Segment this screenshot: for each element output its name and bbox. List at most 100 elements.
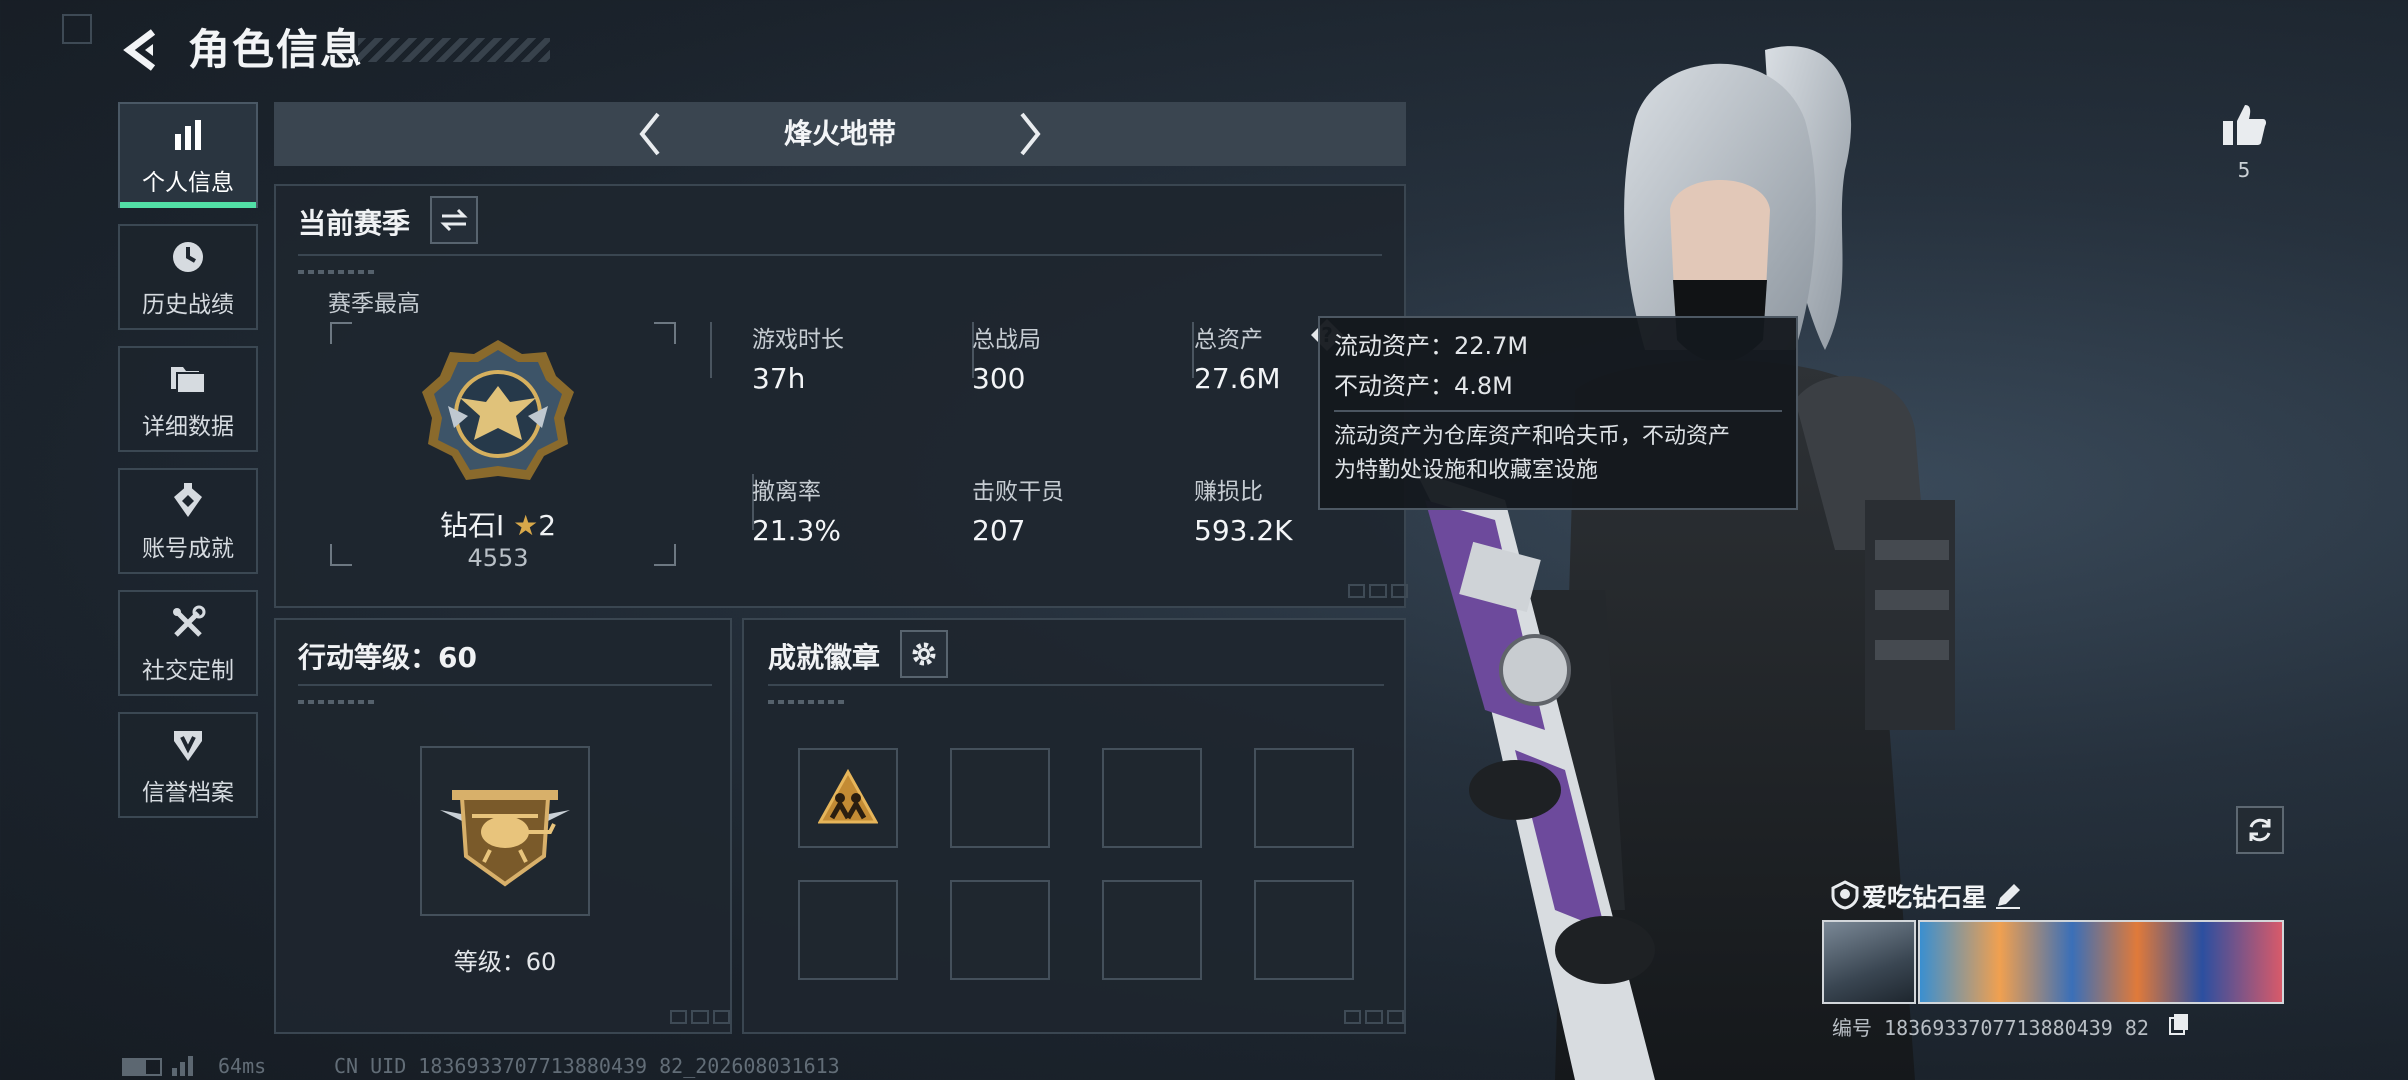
rank-emblem-icon — [418, 336, 578, 496]
squad-badge-icon — [817, 768, 879, 828]
pencil-icon — [1996, 884, 2020, 909]
player-avatar[interactable] — [1822, 920, 1916, 1004]
title-decoration — [358, 38, 550, 62]
switch-season-button[interactable] — [430, 196, 478, 244]
thumbs-up-icon — [2223, 105, 2267, 145]
like-button[interactable] — [2216, 96, 2272, 152]
battery-icon — [122, 1058, 162, 1076]
rank-stars: 2 — [538, 509, 557, 542]
frame-corner — [654, 322, 676, 344]
achievement-badges-panel: 成就徽章 — [742, 618, 1406, 1034]
badge-slot[interactable] — [950, 880, 1050, 980]
nav-label: 个人信息 — [142, 170, 234, 196]
badge-slot[interactable] — [798, 880, 898, 980]
star-icon: ★ — [513, 509, 539, 542]
refresh-icon — [2249, 818, 2271, 842]
bar-chart-icon — [171, 113, 205, 157]
badge-slot[interactable] — [1254, 748, 1354, 848]
tooltip-description-line-1: 流动资产为仓库资产和哈夫币，不动资产 — [1334, 424, 1731, 449]
stat-value: 21.3% — [752, 514, 841, 547]
like-count: 5 — [2237, 158, 2251, 182]
decoration-dots — [768, 700, 848, 704]
tools-icon — [170, 601, 206, 645]
next-mode-button[interactable] — [1008, 112, 1052, 156]
divider — [298, 254, 1382, 256]
page-title: 角色信息 — [188, 25, 365, 74]
tooltip-fixed-assets: 不动资产：4.8M — [1334, 372, 1513, 400]
frame-corner — [330, 322, 352, 344]
chevron-right-icon — [1020, 112, 1041, 156]
tooltip-liquid-assets: 流动资产：22.7M — [1334, 332, 1529, 360]
stat-label: 总资产 — [1194, 327, 1263, 353]
helicopter-emblem-icon — [432, 758, 578, 904]
rank-name: 钻石I — [439, 509, 505, 542]
stat-value: 300 — [972, 362, 1026, 395]
rotate-model-button[interactable] — [2236, 806, 2284, 854]
swap-arrows-icon — [440, 208, 468, 232]
nav-item-detailed-data[interactable]: 详细数据 — [118, 346, 258, 452]
copy-id-button[interactable] — [2168, 1012, 2190, 1036]
achievement-icon — [170, 479, 206, 523]
action-level-panel: 行动等级：60 等级：60 — [274, 618, 732, 1034]
mode-selector: 烽火地带 — [274, 102, 1406, 166]
nav-item-match-history[interactable]: 历史战绩 — [118, 224, 258, 330]
frame-corner — [654, 544, 676, 566]
nav-item-social-customization[interactable]: 社交定制 — [118, 590, 258, 696]
stat-label: 撤离率 — [752, 479, 821, 505]
stat-label: 击败干员 — [972, 479, 1064, 505]
badge-slot[interactable] — [1102, 748, 1202, 848]
badge-slot[interactable] — [798, 748, 898, 848]
tooltip-divider — [1334, 410, 1782, 412]
edit-name-button[interactable] — [1994, 882, 2022, 910]
decoration-dots — [298, 270, 378, 274]
frame-corner — [330, 544, 352, 566]
back-arrow-icon — [123, 29, 156, 71]
stat-label: 游戏时长 — [752, 327, 844, 353]
player-id: 编号 1836933707713880439 82 — [1832, 1016, 2149, 1040]
credit-shield-icon — [170, 723, 206, 767]
clock-icon — [170, 235, 206, 279]
badges-title: 成就徽章 — [768, 641, 881, 674]
nav-label: 社交定制 — [142, 658, 234, 684]
season-peak-label: 赛季最高 — [328, 291, 420, 317]
badge-slot[interactable] — [950, 748, 1050, 848]
nav-item-personal-info[interactable]: 个人信息 — [118, 102, 258, 208]
nav-item-account-achievements[interactable]: 账号成就 — [118, 468, 258, 574]
nav-label: 详细数据 — [142, 414, 234, 440]
stat-value: 37h — [752, 362, 806, 395]
player-shield-icon — [1830, 880, 1860, 910]
badge-slot[interactable] — [1102, 880, 1202, 980]
stat-divider — [710, 322, 714, 378]
tooltip-description-line-2: 为特勤处设施和收藏室设施 — [1334, 458, 1599, 483]
rank-title: 钻石I ★2 — [396, 504, 600, 544]
corner-decoration — [670, 1010, 730, 1024]
back-button[interactable] — [118, 22, 168, 78]
season-panel: 当前赛季 赛季最高 钻石I ★2 4553 游戏时长 37h 总战局 300 总… — [274, 184, 1408, 608]
latency-text: 64ms — [218, 1054, 267, 1078]
asset-tooltip: 流动资产：22.7M 不动资产：4.8M 流动资产为仓库资产和哈夫币，不动资产 … — [1318, 316, 1798, 510]
season-title: 当前赛季 — [298, 207, 411, 240]
corner-mark — [62, 14, 92, 44]
stat-label: 赚损比 — [1194, 479, 1263, 505]
nav-item-credit-record[interactable]: 信誉档案 — [118, 712, 258, 818]
folders-icon — [169, 357, 207, 401]
signal-icon — [172, 1052, 200, 1076]
nav-label: 账号成就 — [142, 536, 234, 562]
level-emblem-frame — [420, 746, 590, 916]
stat-value: 207 — [972, 514, 1026, 547]
previous-mode-button[interactable] — [628, 112, 672, 156]
player-name: 爱吃钻石星 — [1862, 883, 1988, 912]
stat-label: 总战局 — [972, 327, 1041, 353]
divider — [298, 684, 712, 686]
mode-name: 烽火地带 — [783, 117, 896, 150]
badge-settings-button[interactable] — [900, 630, 948, 678]
nav-label: 历史战绩 — [142, 292, 234, 318]
action-level-title: 行动等级：60 — [298, 641, 477, 674]
level-text: 等级：60 — [453, 948, 557, 976]
badge-slot[interactable] — [1254, 880, 1354, 980]
gear-icon — [912, 642, 936, 666]
rank-score: 4553 — [467, 544, 529, 572]
chevron-left-icon — [639, 112, 660, 156]
player-name-card-banner[interactable] — [1918, 920, 2284, 1004]
divider — [768, 684, 1384, 686]
